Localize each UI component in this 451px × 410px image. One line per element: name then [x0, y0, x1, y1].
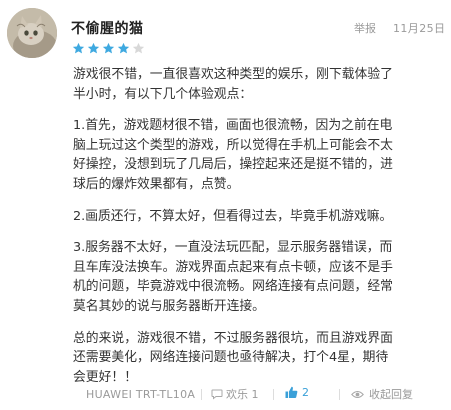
comment-label: 欢乐 1	[226, 388, 259, 401]
review-card: 不偷腥的猫 举报 11月25日 游戏很不错，一直很喜欢这种类型的娱乐，刚下载体验…	[0, 0, 451, 410]
like-count: 2	[302, 386, 309, 399]
thumbs-up-icon	[285, 386, 298, 398]
eye-icon	[351, 390, 364, 398]
cat-photo-icon	[7, 8, 57, 58]
report-button[interactable]: 举报	[354, 20, 376, 36]
divider	[339, 389, 340, 400]
review-body: 游戏很不错，一直很喜欢这种类型的娱乐，刚下载体验了 半小时，有以下几个体验观点：…	[73, 65, 445, 399]
review-paragraph: 游戏很不错，一直很喜欢这种类型的娱乐，刚下载体验了 半小时，有以下几个体验观点：	[73, 67, 393, 102]
device-model: HUAWEI TRT-TL10A	[86, 388, 196, 401]
star-icon	[117, 42, 130, 54]
collapse-replies-button[interactable]: 收起回复	[351, 386, 413, 402]
review-paragraph: 3.服务器不太好，一直没法玩匹配，显示服务器错误，而 且车库没法换车。游戏界面点…	[73, 240, 393, 314]
star-icon	[72, 42, 85, 54]
user-avatar[interactable]	[7, 8, 57, 58]
star-icon	[87, 42, 100, 54]
review-paragraph: 1.首先，游戏题材很不错，画面也很流畅，因为之前在电 脑上玩过这个类型的游戏，所…	[73, 118, 393, 192]
like-button[interactable]: 2	[285, 386, 309, 399]
review-date: 11月25日	[393, 22, 446, 35]
divider	[201, 389, 202, 400]
collapse-label: 收起回复	[369, 388, 413, 401]
chat-bubble-icon	[211, 389, 223, 400]
review-paragraph: 总的来说，游戏很不错，不过服务器很坑，而且游戏界面 还需要美化，网络连接问题也亟…	[73, 330, 393, 385]
rating-stars	[72, 42, 145, 56]
star-icon	[132, 42, 145, 54]
review-footer: HUAWEI TRT-TL10A 欢乐 1 2 收起回复	[86, 386, 446, 404]
comment-button[interactable]: 欢乐 1	[211, 386, 259, 402]
divider	[273, 389, 274, 400]
star-icon	[102, 42, 115, 54]
review-paragraph: 2.画质还行，不算太好，但看得过去，毕竟手机游戏嘛。	[73, 208, 393, 224]
username[interactable]: 不偷腥的猫	[71, 18, 144, 38]
